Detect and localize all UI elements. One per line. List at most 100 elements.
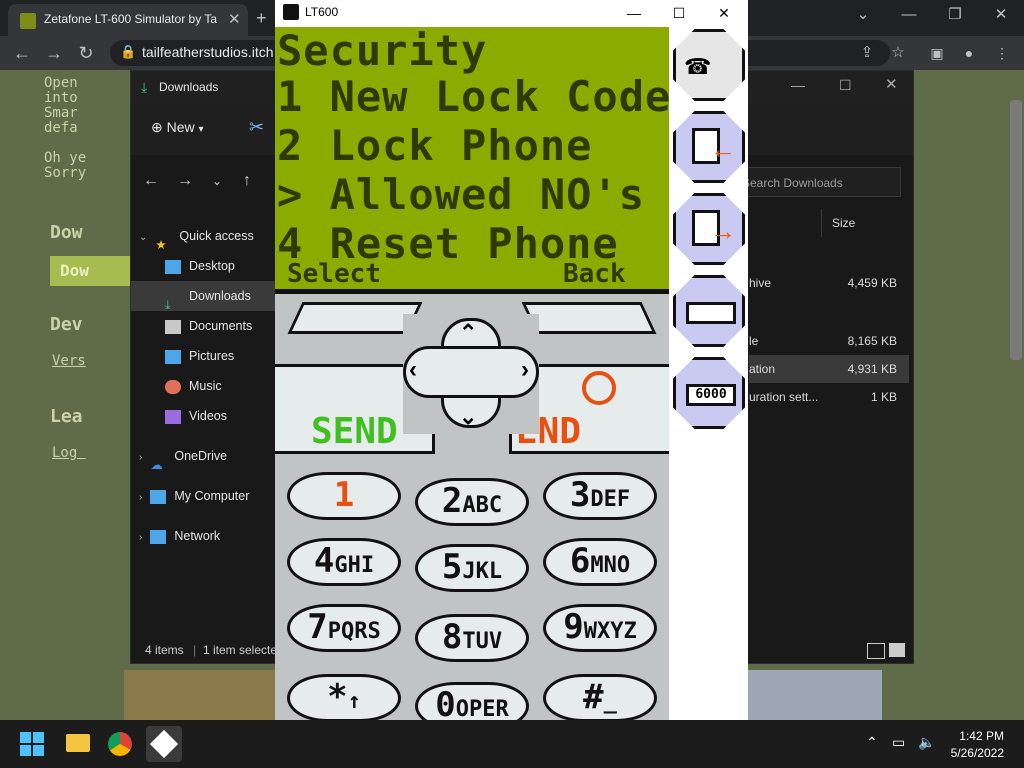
desktop-icon — [165, 259, 181, 274]
sidebar-item-videos[interactable]: Videos — [131, 401, 281, 431]
new-button[interactable]: ⊕ New ▾ — [151, 119, 204, 136]
profile-icon[interactable]: ● — [957, 41, 981, 65]
key-letters: TUV — [462, 629, 503, 654]
key-hash[interactable]: #_ — [543, 674, 657, 722]
minimize-button[interactable]: — — [886, 0, 932, 30]
sidebar-item-music[interactable]: Music — [131, 371, 281, 401]
browser-tab[interactable]: Zetafone LT-600 Simulator by Ta ✕ — [8, 4, 248, 36]
tiles-view-icon[interactable] — [889, 643, 905, 657]
tray-chevron-up-icon[interactable]: ⌃ — [866, 734, 878, 751]
sidebar-item-quick-access[interactable]: ⌄ ★ Quick access — [131, 221, 281, 252]
details-view-icon[interactable] — [867, 643, 885, 659]
lt600-taskbar-button[interactable] — [146, 726, 182, 762]
new-tab-button[interactable]: + — [256, 8, 267, 29]
forward-icon[interactable]: → — [173, 169, 197, 193]
sidebar-item-label: Downloads — [189, 289, 251, 303]
forward-icon[interactable]: → — [42, 41, 66, 65]
back-icon[interactable]: ← — [139, 169, 163, 193]
key-digit: 5 — [441, 547, 463, 587]
sidepanel-icon[interactable]: ▣ — [925, 41, 949, 65]
dpad-horizontal — [403, 346, 539, 398]
chrome-taskbar-button[interactable] — [102, 726, 138, 762]
dpad-left-button[interactable]: ‹ — [409, 356, 417, 384]
computer-icon — [150, 489, 167, 504]
key-star[interactable]: *↑ — [287, 674, 401, 722]
sidebar-item-network[interactable]: › Network — [131, 521, 281, 551]
arrow-right-icon: → — [710, 216, 736, 246]
close-button[interactable]: ✕ — [978, 0, 1024, 30]
key-6[interactable]: 6MNO — [543, 538, 657, 586]
key-letters: ↑ — [347, 689, 361, 714]
file-row[interactable]: ation 4,931 KB — [749, 355, 909, 383]
file-row[interactable]: le 8,165 KB — [749, 327, 909, 355]
phone-setup-button[interactable]: ☎ — [673, 29, 745, 101]
back-icon[interactable]: ← — [10, 41, 34, 65]
minimize-button[interactable]: — — [612, 0, 656, 26]
minimize-button[interactable]: — — [791, 77, 805, 93]
bookmark-star-icon[interactable]: ☆ — [886, 41, 910, 65]
chevron-down-icon[interactable]: ⌄ — [205, 169, 229, 193]
key-digit: 7 — [307, 607, 328, 647]
save-button[interactable]: → — [673, 193, 745, 265]
dpad-up-button[interactable]: ⌃ — [459, 320, 477, 346]
battery-button[interactable] — [673, 275, 745, 347]
maximize-button[interactable]: ☐ — [839, 77, 852, 94]
file-row[interactable]: hive 4,459 KB — [749, 269, 909, 297]
maximize-button[interactable]: ☐ — [657, 0, 701, 26]
network-icon — [150, 529, 167, 544]
softkey-right-button[interactable] — [521, 302, 657, 334]
key-5[interactable]: 5JKL — [415, 544, 529, 592]
file-row[interactable]: uration sett... 1 KB — [749, 383, 909, 411]
tab-title: Zetafone LT-600 Simulator by Ta — [44, 12, 217, 26]
score-button[interactable]: 6000 — [673, 357, 745, 429]
tab-close-icon[interactable]: ✕ — [228, 10, 244, 28]
lock-icon: 🔒 — [120, 44, 137, 59]
start-button[interactable] — [20, 732, 44, 756]
column-header-size[interactable]: Size — [821, 209, 911, 237]
tab-search-icon[interactable]: ⌄ — [840, 0, 886, 30]
network-tray-icon[interactable]: ▭ — [892, 734, 905, 751]
reload-icon[interactable]: ↻ — [74, 41, 98, 65]
version-link[interactable]: Vers — [52, 354, 86, 369]
sidebar-item-my-computer[interactable]: › My Computer — [131, 481, 281, 511]
app-icon — [283, 4, 299, 20]
download-button[interactable]: Dow — [50, 256, 130, 286]
log-link[interactable]: Log — [52, 446, 86, 461]
key-2[interactable]: 2ABC — [415, 478, 529, 526]
restore-button[interactable]: ❐ — [932, 0, 978, 30]
windows-logo-icon — [20, 745, 31, 756]
up-icon[interactable]: ↑ — [235, 169, 259, 193]
key-7[interactable]: 7PQRS — [287, 604, 401, 652]
key-4[interactable]: 4GHI — [287, 538, 401, 586]
page-scrollbar[interactable] — [1010, 100, 1022, 360]
cut-icon[interactable]: ✂ — [249, 117, 264, 138]
key-8[interactable]: 8TUV — [415, 614, 529, 662]
dpad-down-button[interactable]: ⌄ — [459, 404, 477, 430]
sidebar-item-desktop[interactable]: Desktop — [131, 251, 281, 281]
sidebar-item-onedrive[interactable]: › ☁ OneDrive — [131, 441, 281, 472]
sidebar-item-label: Pictures — [189, 349, 235, 363]
key-1[interactable]: 1 — [287, 472, 401, 520]
sidebar-item-downloads[interactable]: ⤓ Downloads — [131, 281, 281, 312]
clock-time[interactable]: 1:42 PM — [940, 729, 1004, 743]
dpad-right-button[interactable]: › — [521, 356, 529, 384]
search-input[interactable]: Search Downloads — [733, 167, 901, 197]
key-digit: 2 — [441, 481, 463, 521]
plus-icon: ⊕ — [151, 119, 163, 135]
menu-icon[interactable]: ⋮ — [990, 41, 1014, 65]
file-explorer-taskbar-button[interactable] — [60, 726, 96, 762]
close-button[interactable]: ✕ — [885, 75, 898, 93]
share-icon[interactable]: ⇪ — [855, 41, 879, 65]
key-3[interactable]: 3DEF — [543, 472, 657, 520]
clock-date[interactable]: 5/26/2022 — [930, 746, 1004, 760]
close-button[interactable]: ✕ — [702, 0, 746, 26]
navigation-pane: ⌄ ★ Quick access Desktop ⤓ Downloads Docume… — [131, 221, 281, 551]
lt600-window: LT600 — ☐ ✕ Security 1 New Lock Code 2 L… — [275, 0, 748, 730]
load-button[interactable]: ← — [673, 111, 745, 183]
sidebar-item-pictures[interactable]: Pictures — [131, 341, 281, 371]
key-9[interactable]: 9WXYZ — [543, 604, 657, 652]
sidebar-item-label: Network — [174, 529, 221, 543]
sidebar-item-documents[interactable]: Documents — [131, 311, 281, 341]
key-letters: OPER — [455, 697, 509, 722]
file-size: 1 KB — [870, 390, 897, 404]
